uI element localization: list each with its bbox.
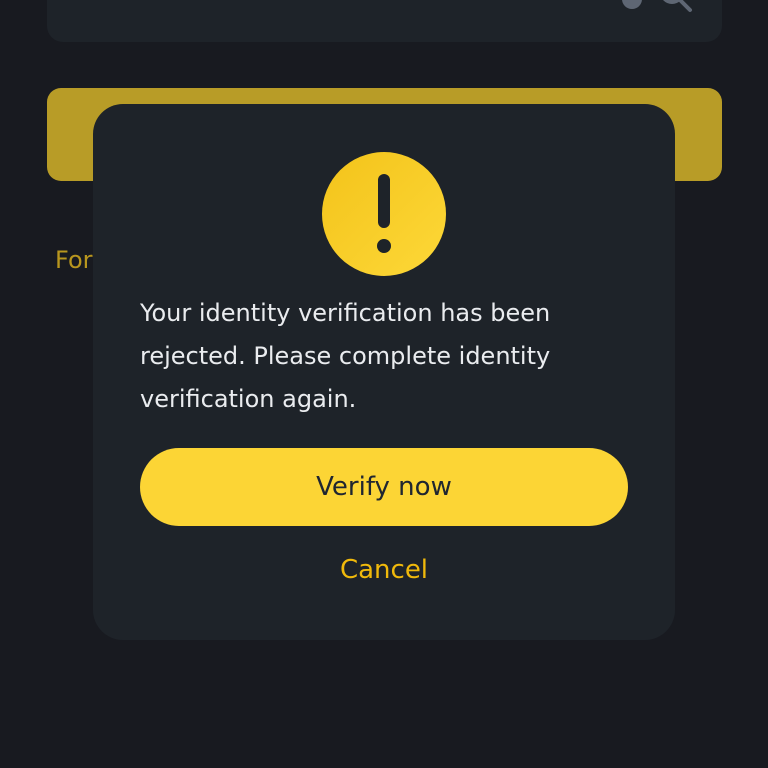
background-input-icons: [622, 0, 692, 12]
verification-rejected-dialog: Your identity verification has been reje…: [93, 104, 675, 640]
cancel-button[interactable]: Cancel: [284, 548, 484, 592]
warning-icon: [322, 152, 446, 276]
app-screen: For Your identity verification has been …: [0, 0, 768, 768]
forgot-password-link[interactable]: For: [55, 244, 93, 276]
verify-now-button[interactable]: Verify now: [140, 448, 628, 526]
clear-icon[interactable]: [662, 0, 692, 12]
background-input-field[interactable]: [47, 0, 722, 42]
eye-icon[interactable]: [622, 0, 642, 9]
dialog-message: Your identity verification has been reje…: [140, 299, 551, 413]
